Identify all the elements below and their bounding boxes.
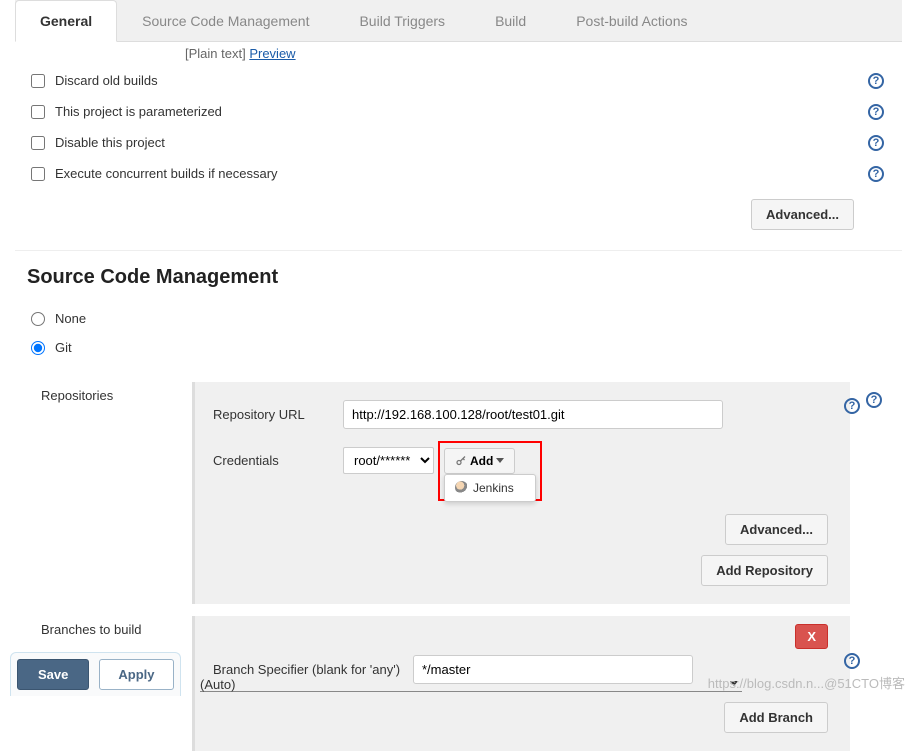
discard-label: Discard old builds	[55, 73, 158, 88]
branch-spec-label: Branch Specifier (blank for 'any')	[213, 662, 413, 677]
content-area: [Plain text] Preview Discard old builds …	[0, 42, 917, 751]
parameterized-checkbox[interactable]	[31, 105, 45, 119]
repo-url-label: Repository URL	[213, 407, 343, 422]
config-tabs: General Source Code Management Build Tri…	[15, 0, 902, 42]
key-icon	[455, 455, 467, 467]
apply-button[interactable]: Apply	[99, 659, 173, 690]
repo-url-input[interactable]	[343, 400, 723, 429]
repositories-block: Repositories Repository URL ? Credential…	[27, 382, 890, 604]
repositories-label: Repositories	[27, 382, 192, 604]
repo-advanced-row: Advanced...	[213, 514, 832, 545]
parameterized-label: This project is parameterized	[55, 104, 222, 119]
help-icon[interactable]: ?	[868, 135, 884, 151]
auto-select-visible[interactable]: (Auto)	[200, 677, 235, 692]
bottom-bar: Save Apply	[10, 652, 181, 696]
jenkins-label: Jenkins	[473, 481, 514, 495]
plain-text-label: [Plain text]	[185, 46, 246, 61]
tab-scm[interactable]: Source Code Management	[117, 0, 334, 41]
jenkins-icon	[455, 481, 468, 494]
disable-checkbox[interactable]	[31, 136, 45, 150]
concurrent-label: Execute concurrent builds if necessary	[55, 166, 278, 181]
scm-none-label: None	[55, 311, 86, 326]
help-icon[interactable]: ?	[868, 73, 884, 89]
watermark: https://blog.csdn.n...@51CTO博客	[708, 673, 905, 692]
option-disable-project: Disable this project ?	[15, 127, 902, 158]
add-branch-button[interactable]: Add Branch	[724, 702, 828, 733]
repo-advanced-button[interactable]: Advanced...	[725, 514, 828, 545]
repositories-content: Repository URL ? Credentials root/******…	[192, 382, 850, 604]
credentials-jenkins-option[interactable]: Jenkins	[445, 475, 535, 501]
add-label: Add	[470, 454, 493, 468]
add-branch-row: Add Branch	[213, 702, 832, 733]
credentials-row: Credentials root/****** Add	[213, 447, 832, 474]
scm-none-row: None	[15, 304, 902, 333]
scm-git-label: Git	[55, 340, 72, 355]
tab-post-build[interactable]: Post-build Actions	[551, 0, 712, 41]
repo-help-col: ?	[850, 382, 890, 604]
scm-git-row: Git	[15, 333, 902, 362]
advanced-button[interactable]: Advanced...	[751, 199, 854, 230]
chevron-down-icon	[496, 458, 504, 463]
plain-text-row: [Plain text] Preview	[15, 42, 902, 65]
credentials-label: Credentials	[213, 453, 343, 468]
help-icon[interactable]: ?	[868, 166, 884, 182]
help-icon[interactable]: ?	[868, 104, 884, 120]
option-discard-old-builds: Discard old builds ?	[15, 65, 902, 96]
advanced-row: Advanced...	[15, 189, 902, 250]
scm-git-radio[interactable]	[31, 341, 45, 355]
concurrent-checkbox[interactable]	[31, 167, 45, 181]
discard-checkbox[interactable]	[31, 74, 45, 88]
scm-section-title: Source Code Management	[15, 250, 902, 304]
preview-link[interactable]: Preview	[249, 46, 295, 61]
delete-branch-row: X	[213, 624, 832, 649]
option-parameterized: This project is parameterized ?	[15, 96, 902, 127]
tab-build-triggers[interactable]: Build Triggers	[334, 0, 470, 41]
tab-general[interactable]: General	[15, 0, 117, 42]
save-button[interactable]: Save	[17, 659, 89, 690]
add-repository-button[interactable]: Add Repository	[701, 555, 828, 586]
branch-spec-input[interactable]	[413, 655, 693, 684]
option-concurrent-builds: Execute concurrent builds if necessary ?	[15, 158, 902, 189]
tab-build[interactable]: Build	[470, 0, 551, 41]
add-credentials-wrap: Add Jenkins	[444, 448, 515, 474]
scm-none-radio[interactable]	[31, 312, 45, 326]
add-credentials-button[interactable]: Add	[444, 448, 515, 474]
help-icon[interactable]: ?	[866, 392, 882, 408]
add-repo-row: Add Repository	[213, 555, 832, 586]
credentials-dropdown: Jenkins	[444, 474, 536, 502]
delete-branch-button[interactable]: X	[795, 624, 828, 649]
credentials-select[interactable]: root/******	[343, 447, 434, 474]
repo-url-row: Repository URL ?	[213, 400, 832, 429]
disable-label: Disable this project	[55, 135, 165, 150]
